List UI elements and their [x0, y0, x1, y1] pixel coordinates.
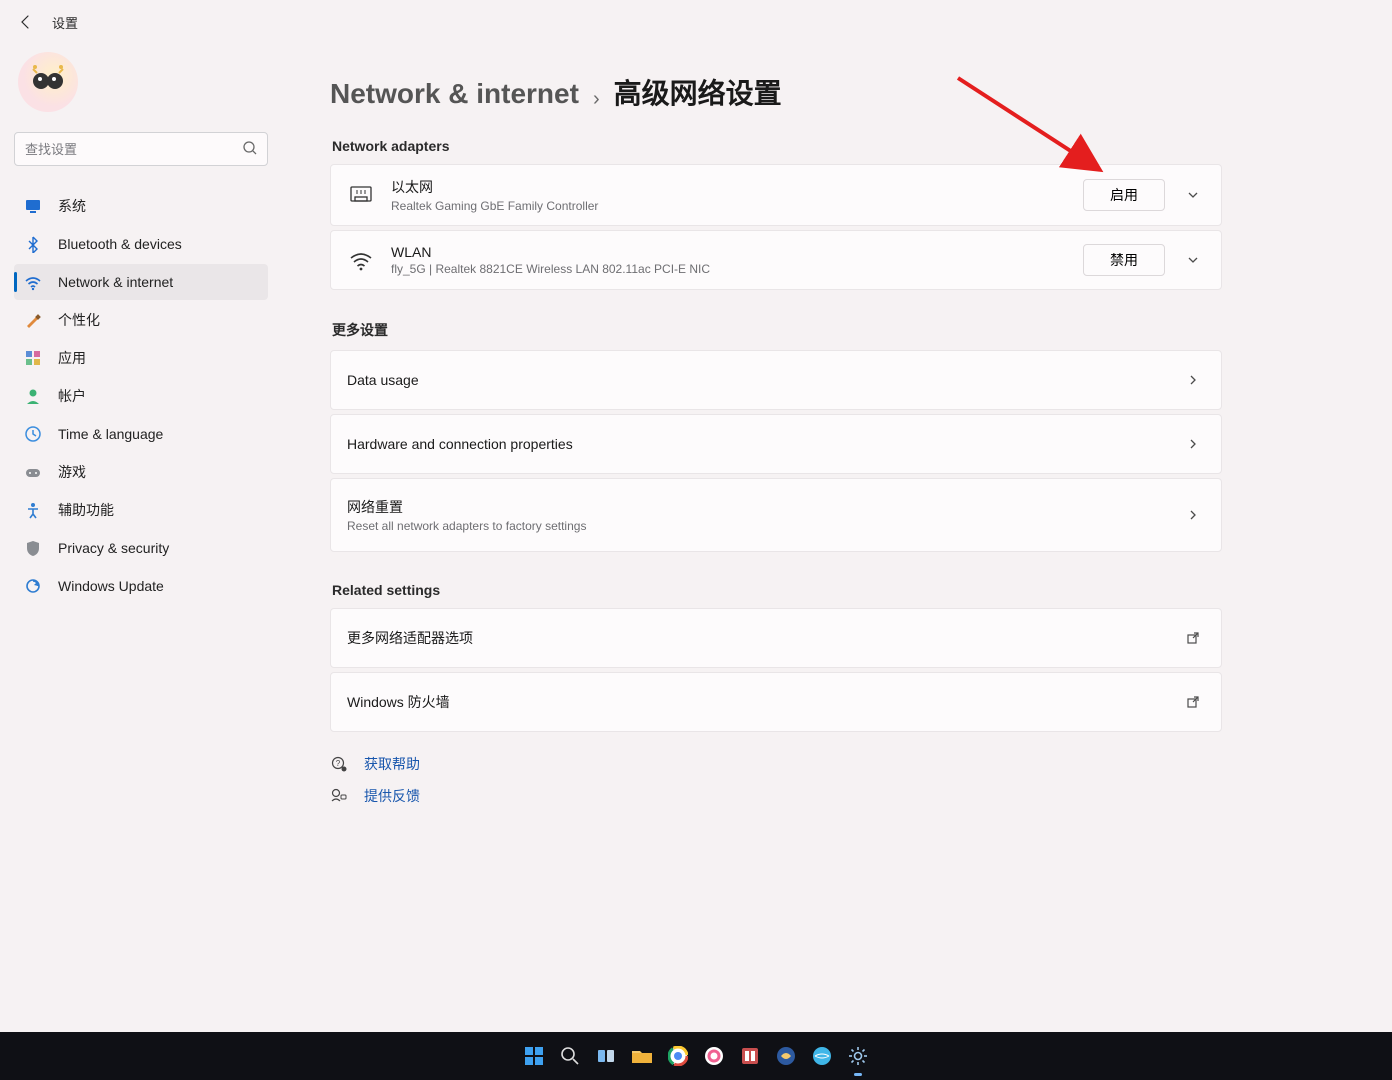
search-icon — [242, 140, 258, 156]
sidebar-item-label: Time & language — [58, 426, 163, 442]
taskbar-explorer-button[interactable] — [628, 1042, 656, 1070]
sidebar-item-label: 帐户 — [58, 386, 86, 406]
row-title: 网络重置 — [347, 497, 1181, 517]
clock-icon — [24, 425, 42, 443]
related-row[interactable]: Windows 防火墙 — [330, 672, 1222, 732]
sidebar-item-system[interactable]: 系统 — [14, 188, 268, 224]
get-help-link[interactable]: ? 获取帮助 — [330, 754, 1222, 774]
row-title: Data usage — [347, 372, 1181, 388]
brush-icon — [24, 311, 42, 329]
game-icon — [24, 463, 42, 481]
feedback-icon — [330, 787, 350, 805]
sidebar-item-label: Network & internet — [58, 274, 173, 290]
bluetooth-icon — [24, 235, 42, 253]
update-icon — [24, 577, 42, 595]
sidebar-item-brush[interactable]: 个性化 — [14, 302, 268, 338]
adapter-action-button[interactable]: 禁用 — [1083, 244, 1165, 276]
sidebar-item-update[interactable]: Windows Update — [14, 568, 268, 604]
adapter-row: 以太网Realtek Gaming GbE Family Controller … — [330, 164, 1222, 226]
chevron-right-icon — [1181, 373, 1205, 387]
settings-row[interactable]: 网络重置 Reset all network adapters to factor… — [330, 478, 1222, 552]
chevron-right-icon — [1181, 508, 1205, 522]
sidebar-item-shield[interactable]: Privacy & security — [14, 530, 268, 566]
sidebar-item-game[interactable]: 游戏 — [14, 454, 268, 490]
feedback-link[interactable]: 提供反馈 — [330, 786, 1222, 806]
taskbar-app-2[interactable] — [736, 1042, 764, 1070]
taskbar-chrome-button[interactable] — [664, 1042, 692, 1070]
external-link-icon — [1181, 695, 1205, 709]
sidebar: 系统 Bluetooth & devices Network & internet 个… — [0, 44, 282, 1076]
adapter-action-button[interactable]: 启用 — [1083, 179, 1165, 211]
adapter-title: 以太网 — [391, 177, 1067, 197]
system-icon — [24, 197, 42, 215]
breadcrumb-current: 高级网络设置 — [614, 72, 782, 112]
external-link-icon — [1181, 631, 1205, 645]
sidebar-item-label: 系统 — [58, 196, 86, 216]
related-row[interactable]: 更多网络适配器选项 — [330, 608, 1222, 668]
taskbar-start-button[interactable] — [520, 1042, 548, 1070]
taskbar-search-button[interactable] — [556, 1042, 584, 1070]
sidebar-item-label: 应用 — [58, 348, 86, 368]
sidebar-item-label: Privacy & security — [58, 540, 169, 556]
section-adapters-label: Network adapters — [332, 138, 1222, 154]
section-related-label: Related settings — [332, 582, 1222, 598]
sidebar-item-clock[interactable]: Time & language — [14, 416, 268, 452]
sidebar-item-label: 个性化 — [58, 310, 100, 330]
window-title: 设置 — [52, 13, 78, 32]
sidebar-item-person[interactable]: 帐户 — [14, 378, 268, 414]
settings-row[interactable]: Data usage — [330, 350, 1222, 410]
taskbar-taskview-button[interactable] — [592, 1042, 620, 1070]
adapter-subtitle: Realtek Gaming GbE Family Controller — [391, 199, 1067, 213]
wifi-icon — [347, 246, 375, 274]
taskbar-app-3[interactable] — [772, 1042, 800, 1070]
taskbar-settings-button[interactable] — [844, 1042, 872, 1070]
row-title: 更多网络适配器选项 — [347, 628, 1181, 648]
get-help-label: 获取帮助 — [364, 754, 420, 774]
taskbar — [0, 1032, 1392, 1080]
taskbar-app-1[interactable] — [700, 1042, 728, 1070]
row-title: Hardware and connection properties — [347, 436, 1181, 452]
adapter-title: WLAN — [391, 244, 1067, 260]
sidebar-item-apps[interactable]: 应用 — [14, 340, 268, 376]
chevron-right-icon — [1181, 437, 1205, 451]
ethernet-icon — [347, 181, 375, 209]
svg-text:?: ? — [336, 759, 341, 768]
adapter-subtitle: fly_5G | Realtek 8821CE Wireless LAN 802… — [391, 262, 1067, 276]
wifi-icon — [24, 273, 42, 291]
back-button[interactable] — [14, 10, 38, 34]
sidebar-item-label: 辅助功能 — [58, 500, 114, 520]
chevron-right-icon: › — [593, 88, 600, 111]
expand-button[interactable] — [1181, 188, 1205, 202]
row-title: Windows 防火墙 — [347, 692, 1181, 712]
section-more-label: 更多设置 — [332, 320, 1222, 340]
adapter-row: WLAN fly_5G | Realtek 8821CE Wireless LAN… — [330, 230, 1222, 290]
expand-button[interactable] — [1181, 253, 1205, 267]
feedback-label: 提供反馈 — [364, 786, 420, 806]
settings-row[interactable]: Hardware and connection properties — [330, 414, 1222, 474]
sidebar-item-label: 游戏 — [58, 462, 86, 482]
sidebar-item-access[interactable]: 辅助功能 — [14, 492, 268, 528]
apps-icon — [24, 349, 42, 367]
sidebar-item-label: Windows Update — [58, 578, 164, 594]
row-subtitle: Reset all network adapters to factory se… — [347, 519, 1181, 533]
help-icon: ? — [330, 755, 350, 773]
sidebar-item-bluetooth[interactable]: Bluetooth & devices — [14, 226, 268, 262]
user-avatar[interactable] — [18, 52, 78, 112]
shield-icon — [24, 539, 42, 557]
person-icon — [24, 387, 42, 405]
access-icon — [24, 501, 42, 519]
sidebar-item-label: Bluetooth & devices — [58, 236, 182, 252]
breadcrumb: Network & internet › 高级网络设置 — [330, 72, 1222, 112]
main-content: Network & internet › 高级网络设置 Network adap… — [282, 44, 1392, 1076]
taskbar-app-4[interactable] — [808, 1042, 836, 1070]
breadcrumb-parent[interactable]: Network & internet — [330, 78, 579, 110]
sidebar-item-wifi[interactable]: Network & internet — [14, 264, 268, 300]
search-input[interactable] — [14, 132, 268, 166]
